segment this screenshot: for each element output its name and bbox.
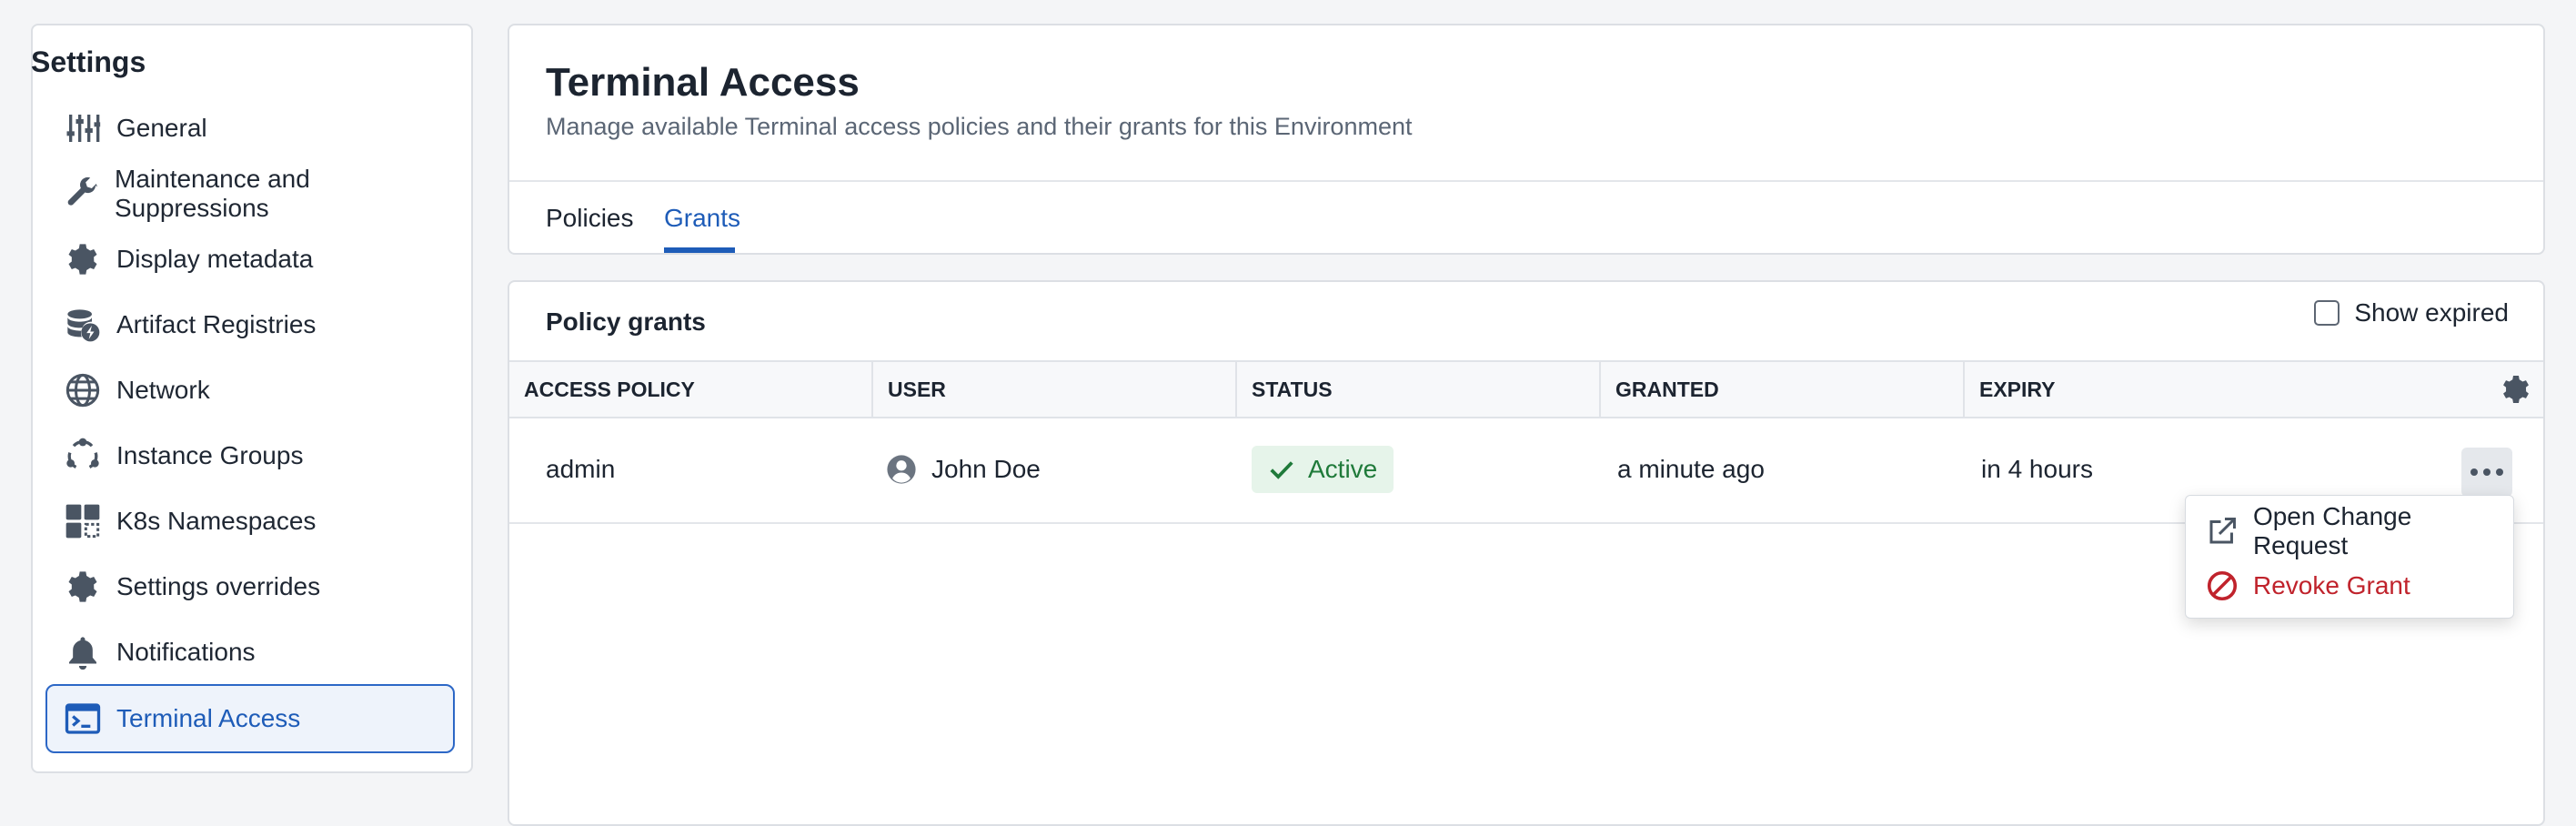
row-actions-button[interactable] bbox=[2461, 448, 2512, 497]
sidebar-item-settings-overrides[interactable]: Settings overrides bbox=[45, 555, 455, 619]
sidebar-item-label: Instance Groups bbox=[116, 441, 304, 469]
section-title: Policy grants bbox=[546, 307, 706, 336]
globe-icon bbox=[64, 371, 102, 409]
page-header-card: Terminal Access Manage available Termina… bbox=[508, 24, 2545, 255]
sidebar-item-label: Notifications bbox=[116, 638, 256, 666]
sidebar-item-label: Display metadata bbox=[116, 245, 314, 273]
check-icon bbox=[1270, 461, 1293, 479]
column-header-status[interactable]: STATUS bbox=[1237, 362, 1601, 417]
table-settings-gear-icon[interactable] bbox=[2500, 373, 2532, 406]
sidebar-item-label: Network bbox=[116, 376, 210, 404]
sliders-icon bbox=[64, 109, 102, 147]
user-name: John Doe bbox=[931, 455, 1041, 483]
gear-icon bbox=[64, 240, 102, 278]
sidebar-item-label: General bbox=[116, 114, 207, 142]
menu-item-label: Open Change Request bbox=[2252, 502, 2412, 559]
more-icon bbox=[2468, 468, 2506, 476]
bell-icon bbox=[64, 633, 102, 671]
external-link-icon bbox=[2209, 518, 2236, 544]
gear-icon bbox=[64, 568, 102, 606]
cycle-icon bbox=[64, 437, 102, 475]
sidebar-item-maintenance[interactable]: Maintenance and Suppressions bbox=[45, 162, 455, 226]
cell-granted: a minute ago bbox=[1617, 455, 1765, 483]
sidebar-item-label: Terminal Access bbox=[116, 704, 301, 732]
page-subtitle: Manage available Terminal access policie… bbox=[546, 113, 1413, 140]
header-divider bbox=[509, 180, 2543, 182]
user-avatar-icon bbox=[887, 455, 916, 484]
cell-access-policy: admin bbox=[546, 455, 616, 483]
show-expired-checkbox[interactable] bbox=[2314, 300, 2340, 326]
active-tab-indicator bbox=[664, 247, 735, 253]
column-header-user[interactable]: USER bbox=[873, 362, 1237, 417]
sidebar-title: Settings bbox=[31, 45, 146, 78]
sidebar-item-label: Maintenance and Suppressions bbox=[115, 165, 310, 222]
column-header-expiry[interactable]: EXPIRY bbox=[1965, 362, 2329, 417]
sidebar-item-terminal-access[interactable]: Terminal Access bbox=[45, 684, 455, 753]
sidebar-item-instance-groups[interactable]: Instance Groups bbox=[45, 424, 455, 488]
grid-icon bbox=[64, 502, 102, 540]
ban-icon bbox=[2207, 570, 2238, 601]
menu-item-open-change-request[interactable]: Open Change Request bbox=[2206, 502, 2513, 559]
status-badge: Active bbox=[1252, 446, 1394, 493]
sidebar-item-network[interactable]: Network bbox=[45, 358, 455, 422]
sidebar-item-notifications[interactable]: Notifications bbox=[45, 620, 455, 684]
show-expired-toggle[interactable]: Show expired bbox=[2314, 298, 2509, 327]
cell-user: John Doe bbox=[886, 417, 1041, 522]
table-header: ACCESS POLICY USER STATUS GRANTED EXPIRY bbox=[509, 360, 2543, 418]
sidebar-item-artifact-registries[interactable]: Artifact Registries bbox=[45, 293, 455, 357]
status-label: Active bbox=[1308, 455, 1378, 483]
sidebar-item-label: Settings overrides bbox=[116, 572, 321, 600]
menu-item-revoke-grant[interactable]: Revoke Grant bbox=[2206, 563, 2410, 609]
column-header-granted[interactable]: GRANTED bbox=[1601, 362, 1965, 417]
column-header-access-policy[interactable]: ACCESS POLICY bbox=[509, 362, 873, 417]
row-actions-menu: Open Change Request Revoke Grant bbox=[2185, 495, 2514, 619]
wrench-icon bbox=[64, 175, 100, 213]
sidebar-item-label: Artifact Registries bbox=[116, 310, 317, 338]
terminal-icon bbox=[64, 700, 102, 738]
sidebar-item-label: K8s Namespaces bbox=[116, 507, 317, 535]
cell-status: Active bbox=[1252, 417, 1394, 522]
tab-policies[interactable]: Policies bbox=[546, 204, 633, 233]
cell-expiry: in 4 hours bbox=[1981, 455, 2093, 483]
sidebar-item-general[interactable]: General bbox=[45, 96, 455, 160]
show-expired-label: Show expired bbox=[2354, 298, 2509, 327]
menu-item-label: Revoke Grant bbox=[2253, 571, 2410, 599]
sidebar-item-k8s-namespaces[interactable]: K8s Namespaces bbox=[45, 489, 455, 553]
database-bolt-icon bbox=[64, 306, 102, 344]
tab-grants[interactable]: Grants bbox=[664, 204, 740, 233]
sidebar-item-display-metadata[interactable]: Display metadata bbox=[45, 227, 455, 291]
page-title: Terminal Access bbox=[546, 60, 860, 105]
